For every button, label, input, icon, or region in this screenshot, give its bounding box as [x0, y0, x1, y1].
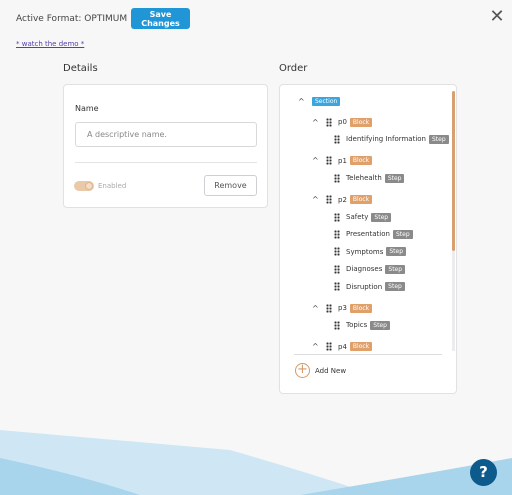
- step-badge: Step: [371, 212, 392, 222]
- block-label: p4: [338, 342, 347, 351]
- tree-block-p4[interactable]: ^ p4 Block: [312, 341, 373, 353]
- drag-handle-icon[interactable]: [334, 229, 340, 239]
- tree-step[interactable]: Symptoms Step: [334, 246, 407, 258]
- block-label: p1: [338, 156, 347, 165]
- drag-handle-icon[interactable]: [334, 173, 340, 183]
- step-label: Diagnoses: [346, 265, 383, 274]
- drag-handle-icon[interactable]: [326, 195, 332, 205]
- drag-handle-icon[interactable]: [334, 212, 340, 222]
- order-card: ^ Section ^ p0 Block Identifying Information S…: [279, 84, 457, 394]
- details-divider: [75, 162, 257, 163]
- tree-step[interactable]: Telehealth Step: [334, 172, 405, 184]
- details-heading: Details: [63, 63, 98, 74]
- chevron-up-icon[interactable]: ^: [312, 304, 320, 313]
- step-badge: Step: [385, 264, 406, 274]
- name-input[interactable]: A descriptive name.: [75, 122, 257, 147]
- active-format: Active Format: OPTIMUM: [16, 8, 127, 30]
- details-card: Name A descriptive name. Enabled Remove: [63, 84, 268, 208]
- step-badge: Step: [392, 229, 413, 239]
- tree-step[interactable]: Disruption Step: [334, 281, 405, 293]
- block-badge: Block: [349, 195, 373, 205]
- tree-block-p3[interactable]: ^ p3 Block: [312, 302, 373, 314]
- tree-step[interactable]: Topics Step: [334, 319, 390, 331]
- tree-step[interactable]: Identifying Information Step: [334, 133, 449, 145]
- drag-handle-icon[interactable]: [334, 134, 340, 144]
- chevron-up-icon[interactable]: ^: [312, 342, 320, 351]
- drag-handle-icon[interactable]: [326, 117, 332, 127]
- order-divider: [294, 354, 442, 355]
- order-tree: ^ Section ^ p0 Block Identifying Information S…: [280, 85, 450, 353]
- toggle-knob: [85, 182, 93, 190]
- step-badge: Step: [384, 173, 405, 183]
- block-badge: Block: [349, 156, 373, 166]
- close-icon[interactable]: ✕: [488, 8, 506, 26]
- step-badge: Step: [385, 282, 405, 292]
- block-label: p0: [338, 118, 347, 126]
- order-scrollbar[interactable]: [452, 91, 455, 251]
- step-label: Topics: [346, 321, 368, 330]
- tree-step[interactable]: Safety Step: [334, 211, 392, 223]
- step-badge: Step: [370, 320, 390, 330]
- tree-section[interactable]: ^ Section: [298, 95, 341, 107]
- block-badge: Block: [349, 117, 373, 127]
- step-badge: Step: [429, 134, 449, 144]
- order-scroll-track: [452, 251, 455, 351]
- tree-block-p1[interactable]: ^ p1 Block: [312, 155, 373, 167]
- add-icon[interactable]: +: [295, 363, 310, 378]
- drag-handle-icon[interactable]: [334, 320, 340, 330]
- block-badge: Block: [349, 342, 373, 352]
- tree-block-p0[interactable]: ^ p0 Block: [312, 116, 373, 128]
- drag-handle-icon[interactable]: [326, 156, 332, 166]
- block-label: p3: [338, 304, 347, 312]
- drag-handle-icon[interactable]: [326, 342, 332, 352]
- drag-handle-icon[interactable]: [334, 247, 340, 257]
- tree-block-p2[interactable]: ^ p2 Block: [312, 194, 373, 206]
- step-label: Safety: [346, 213, 369, 221]
- chevron-up-icon[interactable]: ^: [298, 97, 306, 106]
- help-button[interactable]: ?: [470, 459, 497, 486]
- background-wave: [0, 430, 512, 495]
- step-label: Presentation: [346, 230, 390, 239]
- chevron-up-icon[interactable]: ^: [312, 156, 320, 165]
- step-label: Telehealth: [346, 174, 382, 183]
- block-badge: Block: [349, 303, 373, 313]
- name-label: Name: [75, 104, 99, 113]
- watch-demo-link[interactable]: * watch the demo *: [16, 40, 84, 48]
- enabled-label: Enabled: [98, 182, 127, 190]
- save-changes-button[interactable]: Save Changes: [131, 8, 190, 29]
- step-label: Disruption: [346, 282, 383, 291]
- step-badge: Step: [386, 247, 407, 257]
- block-label: p2: [338, 195, 347, 204]
- drag-handle-icon[interactable]: [326, 303, 332, 313]
- step-label: Symptoms: [346, 247, 384, 256]
- chevron-up-icon[interactable]: ^: [312, 118, 320, 127]
- section-badge: Section: [312, 96, 341, 106]
- add-new-label[interactable]: Add New: [315, 367, 346, 375]
- tree-step[interactable]: Diagnoses Step: [334, 263, 406, 275]
- enabled-toggle[interactable]: [74, 181, 94, 191]
- step-label: Identifying Information: [346, 135, 426, 144]
- drag-handle-icon[interactable]: [334, 282, 340, 292]
- drag-handle-icon[interactable]: [334, 264, 340, 274]
- active-format-label: Active Format: OPTIMUM: [16, 14, 128, 24]
- order-heading: Order: [279, 63, 308, 74]
- tree-step[interactable]: Presentation Step: [334, 228, 413, 240]
- remove-button[interactable]: Remove: [204, 175, 257, 196]
- chevron-up-icon[interactable]: ^: [312, 195, 320, 204]
